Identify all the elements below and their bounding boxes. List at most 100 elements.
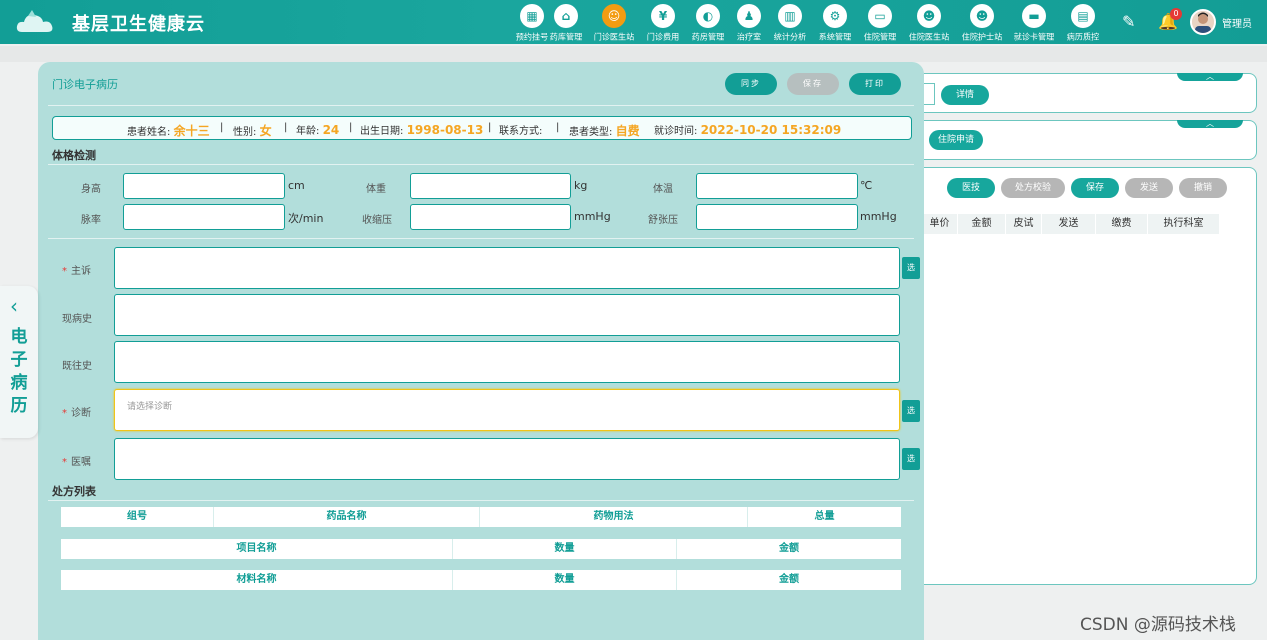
column-header: 组号 (61, 507, 214, 527)
column-header: 总量 (814, 511, 835, 522)
systolic-label: 收缩压 (362, 215, 392, 226)
right-card-admission: ︿ 住院申请 (900, 120, 1257, 160)
diastolic-unit: mmHg (860, 210, 897, 223)
chief-complaint-input[interactable] (114, 247, 900, 289)
watermark: CSDN @源码技术栈 (1080, 615, 1236, 635)
yen-icon: ¥ (651, 4, 675, 28)
side-tab-label: 电子病历 (10, 327, 28, 416)
past-history-label: 既往史 (62, 361, 92, 372)
present-history-input[interactable] (114, 294, 900, 336)
present-history-label: 现病史 (62, 314, 92, 325)
divider (48, 238, 914, 239)
patient-dob: 出生日期: 1998-08-13 (360, 123, 484, 137)
prescription-list-title: 处方列表 (52, 485, 96, 498)
nav-item-inpatient-doctor[interactable]: ☻ 住院医生站 (903, 4, 955, 42)
item-table-header: 项目名称 数量 金额 (61, 539, 901, 559)
orders-select-button[interactable]: 选 (902, 448, 920, 470)
app-title: 基层卫生健康云 (72, 14, 205, 35)
chief-complaint-label: * 主诉 (62, 266, 91, 277)
chevron-up-icon[interactable]: ︿ (1177, 73, 1243, 81)
weight-input[interactable] (410, 173, 571, 199)
patient-name: 患者姓名: 余十三 (127, 124, 210, 138)
user-name[interactable]: 管理员 (1222, 15, 1252, 30)
height-label: 身高 (81, 184, 101, 195)
column-header: 皮试 (1006, 214, 1042, 234)
save-button[interactable]: 保存 (787, 73, 839, 95)
pulse-input[interactable] (123, 204, 285, 230)
divider (48, 105, 914, 106)
revoke-button[interactable]: 撤销 (1179, 178, 1227, 198)
divider (48, 500, 914, 501)
pulse-unit: 次/min (288, 212, 324, 225)
prescription-check-button[interactable]: 处方校验 (1001, 178, 1065, 198)
patient-type: 患者类型: 自费 (569, 124, 640, 138)
doctor-card-icon: ☻ (917, 4, 941, 28)
document-icon: ▤ (1071, 4, 1095, 28)
card-icon: ▬ (1022, 4, 1046, 28)
column-header: 药品名称 (214, 507, 480, 527)
save-button[interactable]: 保存 (1071, 178, 1119, 198)
patient-info-bar: 患者姓名: 余十三 | 性别: 女 | 年龄: 24 | 出生日期: 1998-… (52, 116, 912, 140)
systolic-input[interactable] (410, 204, 571, 230)
column-header: 发送 (1042, 214, 1096, 234)
patient-contact: 联系方式: (499, 126, 543, 137)
pill-icon: ◐ (696, 4, 720, 28)
nurse-card-icon: ☻ (970, 4, 994, 28)
emr-modal: 门诊电子病历 同步 保存 打印 患者姓名: 余十三 | 性别: 女 | 年龄: … (38, 62, 924, 640)
column-header: 材料名称 (61, 570, 453, 590)
column-header: 金额 (779, 574, 799, 585)
send-button[interactable]: 发送 (1125, 178, 1173, 198)
past-history-input[interactable] (114, 341, 900, 383)
height-input[interactable] (123, 173, 285, 199)
nav-item-record-qc[interactable]: ▤ 病历质控 (1057, 4, 1109, 42)
right-card-search: ︿ 详情 (900, 73, 1257, 113)
nav-item-drug-storage[interactable]: ⌂ 药库管理 (540, 4, 592, 42)
orders-input[interactable] (114, 438, 900, 480)
orders-label: * 医嘱 (62, 457, 91, 468)
top-navbar: 基层卫生健康云 ▦ 预约挂号 ⌂ 药库管理 ☺ 门诊医生站 ¥ 门诊费用 ◐ 药房管理 ♟… (0, 0, 1267, 44)
diastolic-input[interactable] (696, 204, 858, 230)
weight-label: 体重 (366, 184, 386, 195)
diagnosis-input[interactable]: 请选择诊断 (114, 389, 900, 431)
diagnosis-select-button[interactable]: 选 (902, 400, 920, 422)
temperature-label: 体温 (653, 184, 673, 195)
print-button[interactable]: 打印 (849, 73, 901, 95)
nav-item-outpatient-doctor[interactable]: ☺ 门诊医生站 (588, 4, 640, 42)
column-header: 金额 (779, 543, 799, 554)
temperature-input[interactable] (696, 173, 858, 199)
height-unit: cm (288, 179, 305, 192)
separator: | (488, 122, 492, 133)
emr-side-tab[interactable]: ‹ 电子病历 (0, 286, 38, 438)
pencil-icon[interactable]: ✎ (1122, 12, 1135, 31)
systolic-unit: mmHg (574, 210, 611, 223)
patient-gender: 性别: 女 (233, 124, 272, 138)
column-header: 数量 (453, 539, 677, 559)
chevron-left-icon[interactable]: ‹ (10, 294, 18, 318)
patient-age: 年龄: 24 (296, 123, 340, 137)
chart-icon: ▥ (778, 4, 802, 28)
separator: | (556, 122, 560, 133)
separator: | (284, 122, 288, 133)
chief-complaint-select-button[interactable]: 选 (902, 257, 920, 279)
temperature-unit: ℃ (860, 179, 873, 192)
sync-button[interactable]: 同步 (725, 73, 777, 95)
nav-item-inpatient[interactable]: ▭ 住院管理 (854, 4, 906, 42)
medical-tech-button[interactable]: 医技 (947, 178, 995, 198)
nav-item-card-management[interactable]: ▬ 就诊卡管理 (1008, 4, 1060, 42)
column-header: 金额 (958, 214, 1006, 234)
pulse-label: 脉率 (81, 215, 101, 226)
cloud-logo-icon (16, 10, 53, 32)
gear-icon: ⚙ (823, 4, 847, 28)
house-icon: ⌂ (554, 4, 578, 28)
detail-button[interactable]: 详情 (941, 85, 989, 105)
column-header: 单价 (922, 214, 958, 234)
bed-icon: ▭ (868, 4, 892, 28)
visit-time: 就诊时间: 2022-10-20 15:32:09 (654, 123, 842, 137)
column-header: 执行科室 (1148, 214, 1220, 234)
nav-item-inpatient-nurse[interactable]: ☻ 住院护士站 (956, 4, 1008, 42)
chevron-up-icon[interactable]: ︿ (1177, 120, 1243, 128)
material-table-header: 材料名称 数量 金额 (61, 570, 901, 590)
avatar[interactable] (1190, 9, 1216, 35)
admission-button[interactable]: 住院申请 (929, 130, 983, 150)
notification-badge: 0 (1170, 8, 1182, 20)
